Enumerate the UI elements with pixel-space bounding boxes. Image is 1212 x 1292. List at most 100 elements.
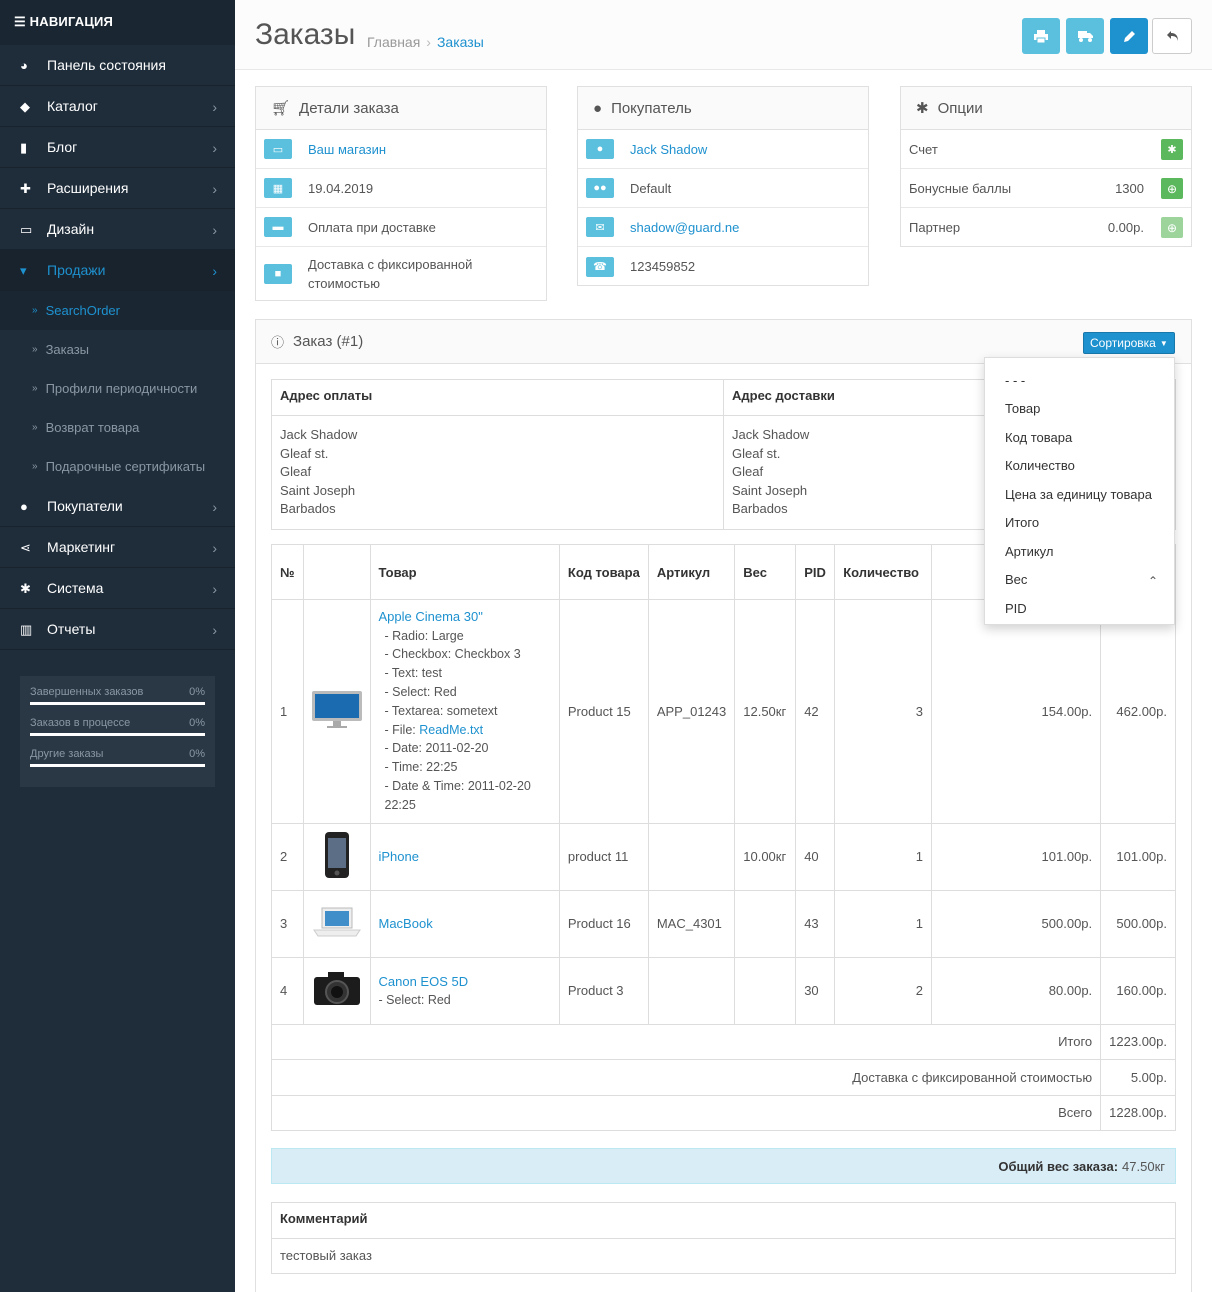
cart-icon: ▾ [20,263,27,278]
sidebar-subitem[interactable]: » Заказы [0,330,235,369]
print-shipping-button[interactable] [1066,18,1104,54]
plus-circle-icon: ⊕ [1166,220,1178,235]
customer-name-link[interactable]: Jack Shadow [630,142,707,157]
phone-icon: ☎ [586,256,614,277]
back-button[interactable] [1152,18,1192,54]
edit-button[interactable] [1110,18,1148,54]
sidebar-item-user[interactable]: ● Покупатели › [0,486,235,527]
sidebar-item-monitor[interactable]: ▭ Дизайн › [0,209,235,250]
progress-bar [30,733,205,736]
cog-icon: ✱ [1167,144,1177,156]
chevron-right-icon: › [212,499,217,515]
sort-dropdown-menu: - - - Товар Код товара Количество Цена за ед… [984,357,1175,625]
totals-row: Всего 1228.00р. [270,1094,1176,1131]
gear-icon: ✱ [20,581,31,596]
product-link[interactable]: MacBook [379,916,433,931]
progress-bar [30,764,205,767]
totals-row: Итого 1223.00р. [270,1023,1176,1060]
sidebar-item-share[interactable]: ⋖ Маркетинг › [0,527,235,568]
sidebar-item-book[interactable]: ▮ Блог › [0,127,235,168]
sidebar-subitem[interactable]: » SearchOrder [0,291,235,330]
chevron-right-icon: › [212,222,217,238]
camera-product-image [313,972,360,1006]
phone-product-image [324,832,349,879]
chevron-right-icon: › [212,181,217,197]
print-icon [1034,29,1048,43]
sort-option[interactable]: - - - [985,366,1174,395]
order-weight: Общий вес заказа: 47.50кг [271,1148,1176,1184]
sort-option[interactable]: Цена за единицу товара [985,480,1174,509]
bar-chart-icon: ▥ [20,622,33,637]
envelope-icon: ✉ [586,217,614,237]
sidebar-subitem[interactable]: » Профили периодичности [0,369,235,408]
order-details-panel: 🛒︎ Детали заказа ▭ Ваш магазин ▦ 19.04.2019… [255,86,547,301]
sidebar-subitem[interactable]: » Подарочные сертификаты [0,447,235,486]
book-icon: ▮ [20,140,28,155]
generate-invoice-button[interactable]: ✱ [1161,139,1183,160]
info-circle-icon: ⓘ [271,335,285,350]
product-link[interactable]: Apple Cinema 30" [379,609,483,624]
add-commission-button[interactable]: ⊕ [1161,217,1183,238]
sort-option[interactable]: Товар [985,395,1174,424]
sidebar-item-gear[interactable]: ✱ Система › [0,568,235,609]
reward-value: 1300 [1115,180,1144,196]
file-download-link[interactable]: ReadMe.txt [419,723,483,737]
caret-down-icon: ▼ [1159,338,1168,348]
product-link[interactable]: iPhone [379,849,419,864]
credit-card-icon: ▬ [264,217,292,237]
sidebar-item-tag[interactable]: ◆ Каталог › [0,86,235,127]
sort-option[interactable]: Вес ⌃ [985,566,1174,595]
customer-email-link[interactable]: shadow@guard.ne [630,220,739,235]
payment-address: Jack Shadow Gleaf st. Gleaf Saint Joseph Bar… [271,415,724,530]
order-stats: Завершенных заказов 0% Заказов в процессе… [20,676,215,787]
sort-option[interactable]: Артикул [985,537,1174,566]
stat-other: Другие заказы 0% [30,748,205,767]
product-link[interactable]: Canon EOS 5D [379,974,469,989]
print-invoice-button[interactable] [1022,18,1060,54]
payment-method: Оплата при доставке [308,219,436,235]
truck-icon: ■ [264,263,292,284]
sort-option[interactable]: PID [985,594,1174,623]
breadcrumb-current[interactable]: Заказы [437,34,484,50]
table-row: 3 MacBook Product 16 MAC_4301 43 1 500.0… [271,889,1176,958]
sort-option[interactable]: Итого [985,509,1174,538]
user-icon: ● [20,499,28,514]
sidebar-item-puzzle[interactable]: ✚ Расширения › [0,168,235,209]
shipping-method: Доставка с фиксированной стоимостью [308,256,473,291]
double-chevron-icon: » [32,305,38,316]
store-link[interactable]: Ваш магазин [308,142,386,157]
stat-processing: Заказов в процессе 0% [30,717,205,736]
chevron-right-icon: › [212,581,217,597]
nav-header[interactable]: ☰ НАВИГАЦИЯ [0,0,235,45]
customer-phone: 123459852 [630,259,696,274]
chevron-right-icon: › [212,263,217,279]
double-chevron-icon: » [32,383,38,394]
comment-table: Комментарий тестовый заказ [271,1202,1176,1274]
affiliate-label: Партнер [909,220,961,235]
add-reward-button[interactable]: ⊕ [1161,178,1183,199]
pencil-icon [1123,30,1135,42]
share-icon: ⋖ [20,540,31,555]
cart-icon: ▭ [264,139,292,159]
chevron-right-icon: › [212,622,217,638]
main-content: Заказы Главная › Заказы 🛒︎ Детали заказа ▭ В… [235,0,1212,1292]
sort-option[interactable]: Количество [985,452,1174,481]
chevron-right-icon: › [212,140,217,156]
options-panel: ✱ Опции Счет ✱ Бонусные баллы 1300 ⊕ Партнер… [900,86,1192,247]
sort-dropdown-button[interactable]: Сортировка ▼ [1083,332,1175,354]
sidebar-item-cart[interactable]: ▾ Продажи › [0,250,235,291]
gear-icon: ✱ [916,100,929,117]
chevron-up-icon: ⌃ [1147,573,1158,588]
order-title: Заказ (#1) [293,333,364,350]
sidebar-item-bar-chart[interactable]: ▥ Отчеты › [0,609,235,650]
sidebar-subitem[interactable]: » Возврат товара [0,408,235,447]
table-row: 1 Apple Cinema 30" - Radio: Large - Checkb… [271,599,1176,824]
cart-icon: 🛒︎ [271,100,291,117]
customer-group: Default [630,180,672,196]
breadcrumb-home[interactable]: Главная [367,34,420,50]
page-header: Заказы Главная › Заказы [235,0,1212,70]
sidebar-item-dashboard[interactable]: ◕ Панель состояния [0,45,235,86]
sidebar: ☰ НАВИГАЦИЯ ◕ Панель состояния ◆ Каталог › ▮ Б… [0,0,235,1292]
sort-option[interactable]: Код товара [985,423,1174,452]
customer-panel: ● Покупатель ● Jack Shadow ●● Default ✉ shad… [577,86,869,286]
